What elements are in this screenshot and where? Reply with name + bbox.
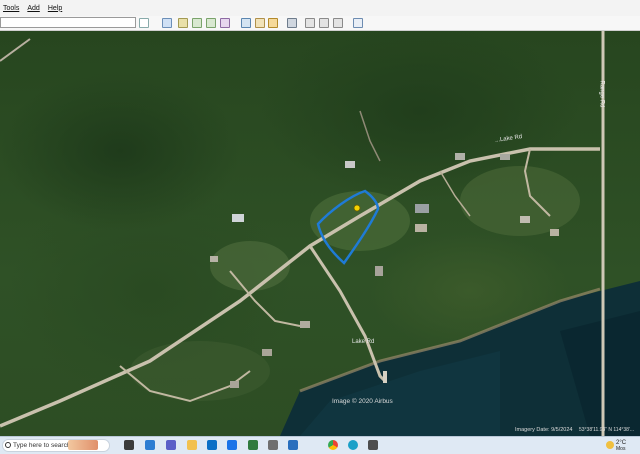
house <box>550 229 559 236</box>
search-input[interactable] <box>0 17 136 28</box>
toolbar <box>0 16 640 31</box>
search-icon[interactable] <box>139 18 149 28</box>
calendar-icon[interactable] <box>227 440 237 450</box>
house <box>500 154 510 160</box>
taskbar: Type here to search 2°C Mos <box>0 436 640 454</box>
edge-icon[interactable] <box>268 440 278 450</box>
widgets-icon[interactable] <box>68 440 98 450</box>
weather-icon[interactable] <box>606 441 614 449</box>
path-icon[interactable] <box>206 18 216 28</box>
save-image-icon[interactable] <box>353 18 363 28</box>
edge-browser-icon[interactable] <box>348 440 358 450</box>
house <box>520 216 530 223</box>
ruler-icon[interactable] <box>305 18 315 28</box>
weather-text: Mos <box>616 446 626 452</box>
imagery-date: Imagery Date: 9/5/2024 <box>515 427 573 433</box>
overlay-icon[interactable] <box>220 18 230 28</box>
menu-tools[interactable]: Tools <box>0 5 24 12</box>
road-label-bottom: Lake Rd <box>352 339 375 345</box>
print-icon[interactable] <box>333 18 343 28</box>
satellite-map[interactable]: ...Lake Rd Range Rd Lake Rd Image © 2020… <box>0 31 640 436</box>
house <box>232 214 244 222</box>
house <box>415 224 427 232</box>
coordinates-readout: 53°38'11.93" N 114°38'... <box>579 427 635 433</box>
house <box>230 381 239 388</box>
polygon-icon[interactable] <box>192 18 202 28</box>
house <box>345 161 355 168</box>
menu-bar: Tools Add Help <box>0 0 640 17</box>
sidebar-toggle-icon[interactable] <box>162 18 172 28</box>
tour-icon[interactable] <box>241 18 251 28</box>
house <box>455 153 465 160</box>
house <box>210 256 218 262</box>
chrome-browser-icon[interactable] <box>328 440 338 450</box>
file-explorer-icon[interactable] <box>166 440 176 450</box>
sun-icon[interactable] <box>268 18 278 28</box>
menu-add[interactable]: Add <box>24 5 44 12</box>
lake-access-road <box>308 245 387 383</box>
house <box>262 349 272 356</box>
placemark-icon[interactable] <box>178 18 188 28</box>
store-icon[interactable] <box>187 440 197 450</box>
teams-icon[interactable] <box>145 440 155 450</box>
map-attribution: Image © 2020 Airbus <box>332 398 393 405</box>
chrome-icon[interactable] <box>248 440 258 450</box>
app-icon[interactable] <box>368 440 378 450</box>
trail <box>359 110 381 162</box>
search-icon <box>5 442 11 448</box>
history-icon[interactable] <box>255 18 265 28</box>
task-view-icon[interactable] <box>124 440 134 450</box>
map-canvas <box>0 31 640 436</box>
placemark-pin-icon <box>353 204 361 212</box>
earth-icon[interactable] <box>288 440 298 450</box>
house <box>300 321 310 328</box>
house <box>375 266 383 276</box>
road-label-right: Range Rd <box>598 80 605 108</box>
dock <box>383 371 387 383</box>
clearing <box>210 241 290 291</box>
taskbar-search-placeholder: Type here to search <box>13 442 71 449</box>
mail-icon[interactable] <box>207 440 217 450</box>
planets-icon[interactable] <box>287 18 297 28</box>
email-icon[interactable] <box>319 18 329 28</box>
clearing <box>460 166 580 236</box>
house <box>415 204 429 213</box>
menu-help[interactable]: Help <box>45 5 67 12</box>
trail <box>0 38 31 62</box>
